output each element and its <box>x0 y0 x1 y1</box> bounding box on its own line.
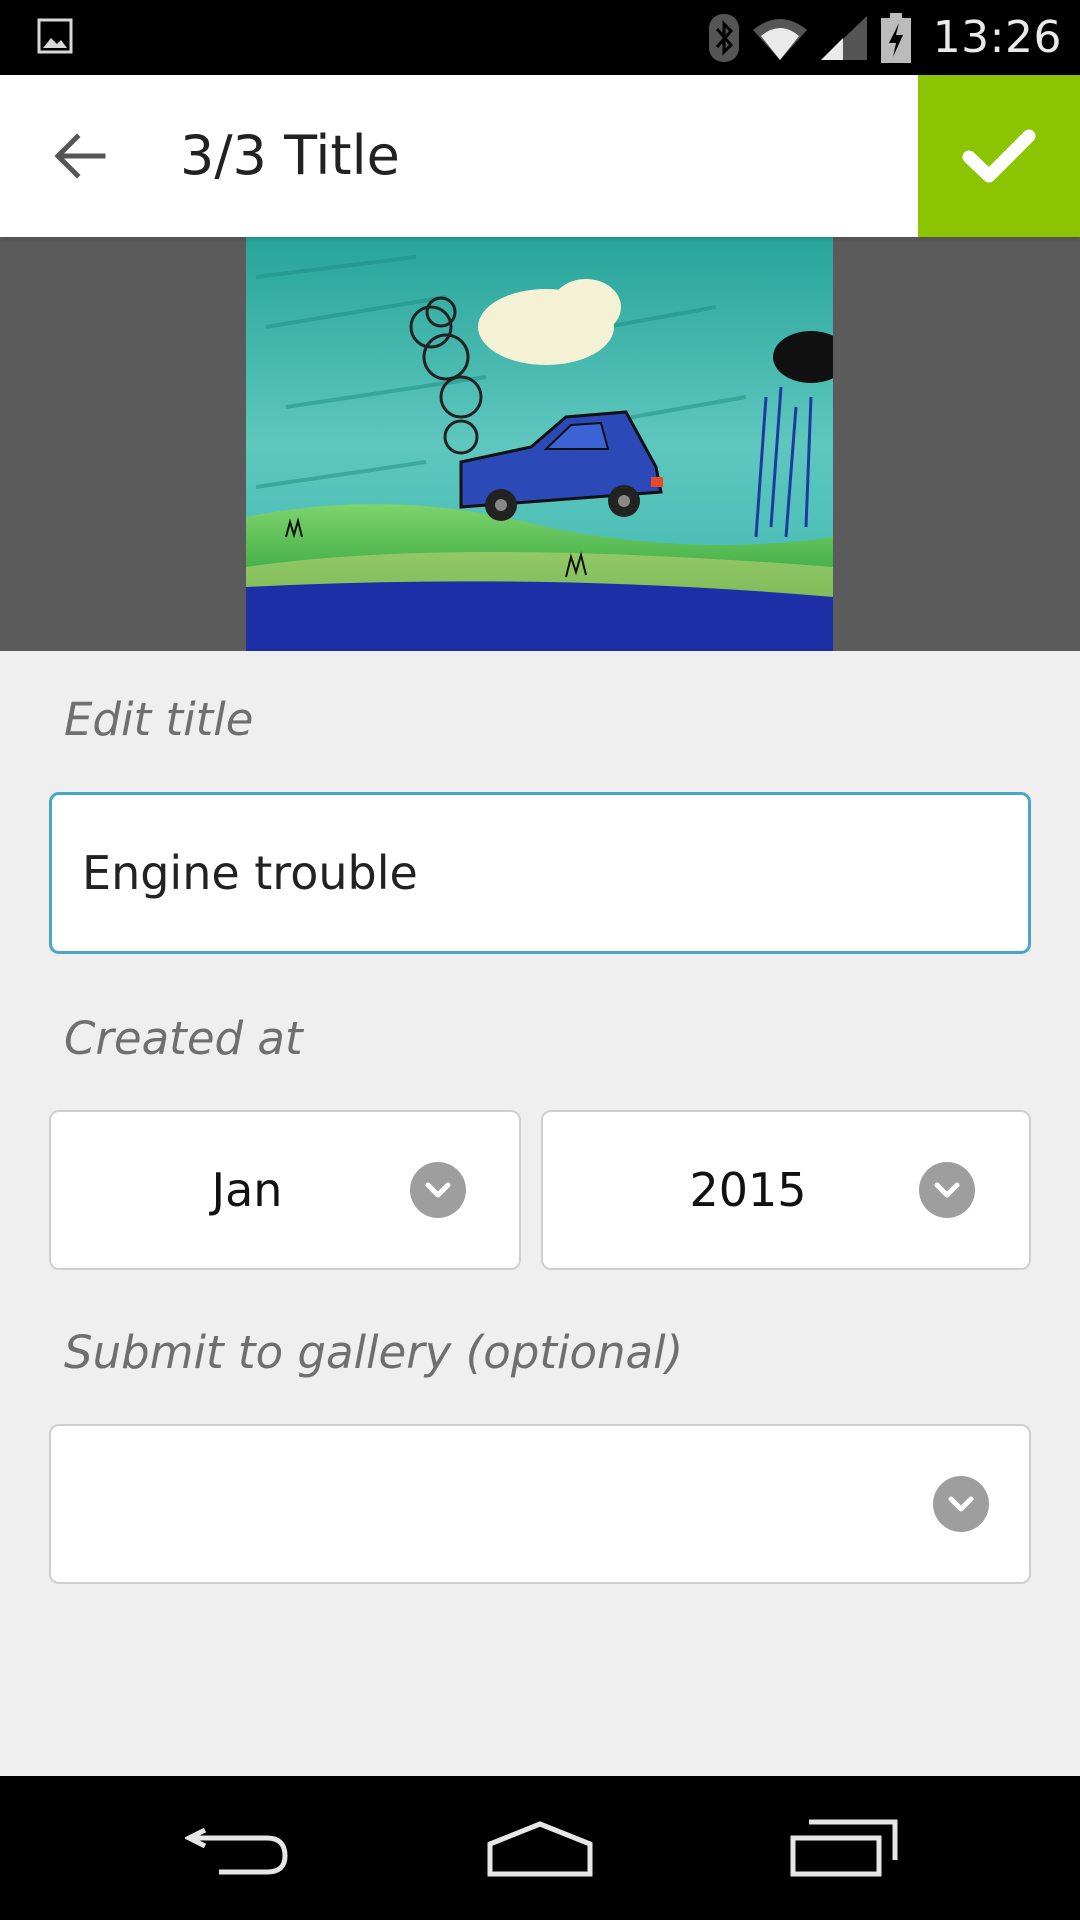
arrow-left-icon <box>54 133 106 179</box>
app-bar: 3/3 Title <box>0 75 1080 237</box>
back-nav-icon <box>185 1827 288 1875</box>
month-select[interactable]: Jan <box>49 1110 521 1270</box>
page-title: 3/3 Title <box>180 124 400 187</box>
confirm-button[interactable] <box>918 75 1080 237</box>
month-value: Jan <box>211 1163 283 1217</box>
year-select[interactable]: 2015 <box>541 1110 1031 1270</box>
edit-title-label: Edit title <box>64 693 254 746</box>
image-preview-area <box>0 237 1080 651</box>
chevron-down-icon <box>410 1162 466 1218</box>
battery-charging-icon <box>880 12 911 63</box>
back-nav-button[interactable] <box>160 1798 320 1898</box>
bluetooth-icon <box>708 13 739 62</box>
signal-icon <box>820 15 867 60</box>
status-bar: 13:26 <box>0 0 1080 75</box>
drawing-image <box>246 237 833 651</box>
gallery-select[interactable] <box>49 1424 1031 1584</box>
submit-gallery-label: Submit to gallery (optional) <box>64 1326 684 1379</box>
wifi-icon <box>752 18 807 60</box>
gallery-value <box>81 1426 881 1582</box>
recents-nav-icon <box>790 1819 898 1877</box>
home-nav-button[interactable] <box>460 1798 620 1898</box>
created-at-label: Created at <box>64 1012 303 1065</box>
title-input[interactable] <box>49 792 1031 954</box>
navigation-bar <box>0 1776 1080 1920</box>
back-button[interactable] <box>40 116 120 196</box>
screen: 13:26 3/3 Title Edit title Engine troubl… <box>0 0 1080 1920</box>
recents-nav-button[interactable] <box>764 1798 924 1898</box>
home-nav-icon <box>487 1821 593 1877</box>
checkmark-icon <box>962 129 1036 183</box>
year-value: 2015 <box>689 1163 807 1217</box>
status-time: 13:26 <box>932 12 1062 63</box>
status-icons: 13:26 <box>708 0 1062 75</box>
chevron-down-icon <box>919 1162 975 1218</box>
chevron-down-icon <box>933 1476 989 1532</box>
gallery-notification-icon <box>37 18 73 54</box>
